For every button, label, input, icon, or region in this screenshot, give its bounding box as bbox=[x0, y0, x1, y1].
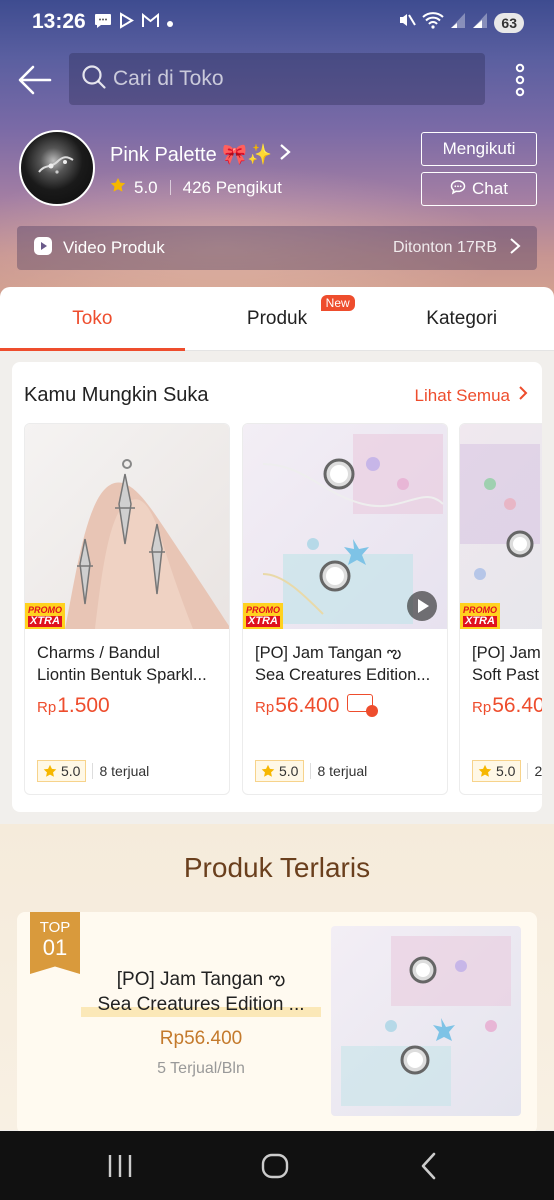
product-card[interactable]: PROMO XTRA Charms / Bandul Liontin Bentuk… bbox=[24, 423, 230, 795]
product-name-line1: Charms / Bandul bbox=[37, 644, 160, 662]
video-views: Ditonton 17RB bbox=[392, 239, 497, 256]
tab-toko[interactable]: Toko bbox=[0, 287, 185, 351]
chevron-right-icon bbox=[278, 143, 292, 167]
chevron-right-icon bbox=[509, 237, 521, 260]
tab-produk-label: Produk bbox=[246, 307, 308, 329]
mute-icon bbox=[398, 11, 417, 34]
product-card[interactable]: PROMO XTRA [PO] Jam Soft Past Rp 56.40 5.0… bbox=[459, 423, 542, 795]
signal-icon-2 bbox=[472, 11, 488, 34]
chat-button[interactable]: Chat bbox=[421, 172, 537, 206]
top-rank-badge: TOP 01 bbox=[30, 912, 80, 974]
product-price: Rp 1.500 bbox=[37, 694, 110, 717]
product-card[interactable]: PROMO XTRA [PO] Jam Tangan ఌ Sea Creature… bbox=[242, 423, 448, 795]
status-right: 63 bbox=[398, 11, 524, 34]
product-image: PROMO XTRA bbox=[243, 424, 447, 629]
bestseller-name-line1: [PO] Jam Tangan ఌ bbox=[116, 969, 286, 990]
bestseller-section: Produk Terlaris TOP 01 [PO] Jam Tangan ఌ… bbox=[0, 824, 554, 1134]
chat-icon bbox=[450, 179, 466, 200]
sold-count: 8 terjual bbox=[92, 763, 149, 779]
sold-count: 2 bbox=[527, 763, 542, 779]
status-bar: 13:26 63 bbox=[0, 0, 554, 44]
recommendation-title: Kamu Mungkin Suka bbox=[24, 384, 209, 406]
notification-icons bbox=[94, 12, 174, 34]
more-options-icon[interactable] bbox=[510, 62, 530, 98]
see-all-label: Lihat Semua bbox=[414, 385, 510, 405]
sold-count: 8 terjual bbox=[310, 763, 367, 779]
product-image: PROMO XTRA bbox=[25, 424, 229, 629]
product-rating: 5.0 8 terjual bbox=[255, 760, 367, 782]
search-placeholder: Cari di Toko bbox=[113, 67, 224, 90]
meta-divider bbox=[169, 180, 171, 195]
shop-tabs: Toko Produk New Kategori bbox=[0, 287, 554, 351]
product-rating: 5.0 8 terjual bbox=[37, 760, 149, 782]
shop-search-input[interactable]: Cari di Toko bbox=[69, 53, 485, 105]
shop-meta: 5.0 426 Pengikut bbox=[110, 177, 282, 198]
free-shipping-icon bbox=[347, 694, 379, 717]
video-icon bbox=[33, 236, 53, 261]
dot-icon bbox=[166, 13, 174, 33]
rating-chip: 5.0 bbox=[37, 760, 87, 782]
gmail-icon bbox=[141, 12, 160, 33]
product-name-line1: [PO] Jam Tangan ఌ bbox=[255, 644, 402, 662]
tab-produk[interactable]: Produk New bbox=[185, 287, 370, 350]
promo-xtra-badge: PROMO XTRA bbox=[460, 603, 500, 629]
recommendation-section: Kamu Mungkin Suka Lihat Semua PROMO XTRA … bbox=[12, 362, 542, 812]
signal-icon-1 bbox=[450, 11, 466, 34]
tab-kategori-label: Kategori bbox=[426, 307, 498, 329]
bestseller-heading: Produk Terlaris bbox=[183, 852, 371, 883]
chat-bubble-icon bbox=[94, 13, 112, 34]
shop-name-link[interactable]: Pink Palette 🎀✨ bbox=[110, 142, 292, 167]
search-icon bbox=[81, 64, 107, 95]
product-name-line2: Soft Past bbox=[472, 666, 539, 684]
bestseller-card[interactable]: TOP 01 [PO] Jam Tangan ఌ Sea Creatures E… bbox=[17, 912, 537, 1134]
product-price: Rp 56.400 bbox=[255, 694, 379, 718]
shop-rating: 5.0 bbox=[134, 177, 158, 197]
promo-xtra-badge: PROMO XTRA bbox=[243, 603, 283, 629]
rating-chip: 5.0 bbox=[472, 760, 522, 782]
system-navigation-bar bbox=[0, 1131, 554, 1200]
shop-name: Pink Palette 🎀✨ bbox=[110, 144, 273, 166]
tab-toko-label: Toko bbox=[72, 307, 113, 329]
star-icon bbox=[43, 764, 57, 777]
wifi-icon bbox=[422, 11, 445, 34]
status-time: 13:26 bbox=[32, 10, 86, 33]
following-button[interactable]: Mengikuti bbox=[421, 132, 537, 166]
play-store-icon bbox=[118, 12, 135, 34]
battery-indicator: 63 bbox=[494, 12, 524, 33]
shop-avatar[interactable] bbox=[19, 130, 95, 206]
home-icon[interactable] bbox=[255, 1149, 295, 1183]
recent-apps-icon[interactable] bbox=[100, 1149, 140, 1183]
rating-chip: 5.0 bbox=[255, 760, 305, 782]
product-price: Rp 56.40 bbox=[472, 694, 542, 717]
star-icon bbox=[261, 764, 275, 777]
chat-label: Chat bbox=[472, 179, 508, 198]
following-label: Mengikuti bbox=[442, 139, 516, 158]
see-all-link[interactable]: Lihat Semua bbox=[415, 385, 528, 406]
product-rating: 5.0 2 bbox=[472, 760, 542, 782]
star-icon bbox=[110, 177, 126, 198]
product-name-line2: Liontin Bentuk Sparkl... bbox=[37, 666, 207, 684]
chevron-right-icon bbox=[518, 385, 528, 406]
tab-kategori[interactable]: Kategori bbox=[369, 287, 554, 350]
product-name-line1: [PO] Jam bbox=[472, 644, 541, 662]
promo-xtra-badge: PROMO XTRA bbox=[25, 603, 65, 629]
product-name-line2: Sea Creatures Edition... bbox=[255, 666, 431, 684]
bestseller-sold: 5 Terjual/Bln bbox=[157, 1060, 245, 1077]
product-image: PROMO XTRA bbox=[460, 424, 542, 629]
shop-followers: 426 Pengikut bbox=[182, 177, 282, 197]
bestseller-image bbox=[331, 926, 521, 1116]
back-arrow-icon[interactable] bbox=[16, 62, 54, 98]
play-video-icon[interactable] bbox=[407, 591, 437, 621]
video-produk-label: Video Produk bbox=[63, 238, 165, 257]
back-icon[interactable] bbox=[410, 1149, 450, 1183]
star-icon bbox=[478, 764, 492, 777]
bestseller-name-line2: Sea Creatures Edition ... bbox=[81, 992, 321, 1017]
video-produk-bar[interactable]: Video Produk Ditonton 17RB bbox=[17, 226, 537, 270]
new-badge: New bbox=[320, 295, 355, 311]
bestseller-price: Rp56.400 bbox=[159, 1028, 243, 1049]
